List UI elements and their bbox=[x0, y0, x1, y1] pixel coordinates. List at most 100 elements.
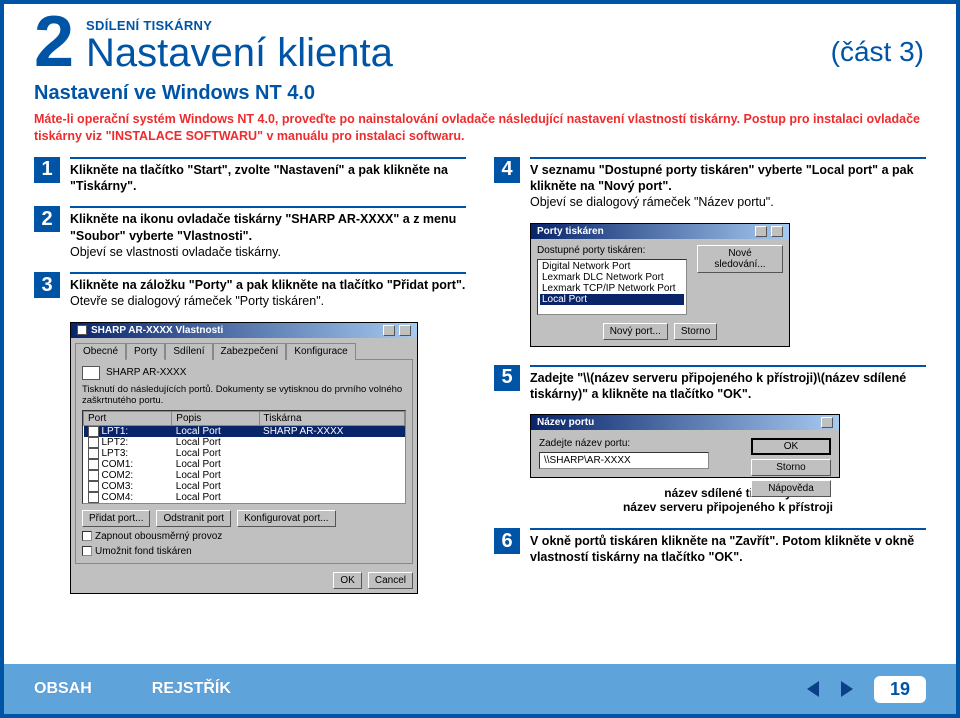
dialog-titlebar: Porty tiskáren bbox=[531, 224, 789, 239]
dialog-properties: SHARP AR-XXXX Vlastnosti Obecné Porty Sd… bbox=[70, 322, 418, 594]
subtitle: Nastavení ve Windows NT 4.0 bbox=[34, 82, 926, 105]
left-column: 1 Klikněte na tlačítko "Start", zvolte "… bbox=[34, 157, 466, 594]
header: 2 SDÍLENÍ TISKÁRNY Nastavení klienta (čá… bbox=[34, 18, 926, 76]
close-icon[interactable] bbox=[771, 226, 783, 237]
ok-button[interactable]: OK bbox=[333, 572, 361, 589]
step-subtext: Objeví se vlastnosti ovladače tiskárny. bbox=[70, 244, 466, 260]
col-port: Port bbox=[84, 411, 172, 425]
step-text: Klikněte na ikonu ovladače tiskárny "SHA… bbox=[70, 211, 466, 244]
step-body: Zadejte "\\(název serveru připojeného k … bbox=[530, 365, 926, 403]
configure-port-button[interactable]: Konfigurovat port... bbox=[237, 510, 336, 527]
list-item[interactable]: Digital Network Port bbox=[540, 261, 684, 272]
step-4: 4 V seznamu "Dostupné porty tiskáren" vy… bbox=[494, 157, 926, 211]
port-name-captions: název sdílené tiskárny název serveru při… bbox=[530, 486, 926, 514]
footer-bar: OBSAH REJSTŘÍK 19 bbox=[4, 664, 956, 714]
step-6: 6 V okně portů tiskáren klikněte na "Zav… bbox=[494, 528, 926, 566]
new-port-button[interactable]: Nový port... bbox=[603, 323, 668, 340]
dialog-title: SHARP AR-XXXX Vlastnosti bbox=[91, 325, 223, 336]
dialog-pane: SHARP AR-XXXX Tisknutí do následujících … bbox=[75, 359, 413, 564]
tab-general[interactable]: Obecné bbox=[75, 343, 126, 360]
prev-page-button[interactable] bbox=[802, 677, 826, 701]
new-watch-button[interactable]: Nové sledování... bbox=[697, 245, 783, 273]
step-text: Klikněte na tlačítko "Start", zvolte "Na… bbox=[70, 162, 466, 195]
step-number: 1 bbox=[34, 157, 60, 183]
step-text: Klikněte na záložku "Porty" a pak klikně… bbox=[70, 277, 466, 293]
right-column: 4 V seznamu "Dostupné porty tiskáren" vy… bbox=[494, 157, 926, 594]
list-item[interactable]: Lexmark TCP/IP Network Port bbox=[540, 283, 684, 294]
port-row[interactable]: COM1:Local Port bbox=[84, 459, 405, 470]
available-ports-list[interactable]: Digital Network Port Lexmark DLC Network… bbox=[537, 259, 687, 315]
list-item[interactable]: Local Port bbox=[540, 294, 684, 305]
window-icon bbox=[77, 325, 87, 335]
dialog-printer-ports: Porty tiskáren Dostupné porty tiskáren: … bbox=[530, 223, 790, 347]
step-number: 4 bbox=[494, 157, 520, 183]
port-row[interactable]: COM2:Local Port bbox=[84, 470, 405, 481]
bidi-checkbox[interactable]: Zapnout obousměrný provoz bbox=[82, 531, 406, 542]
printer-name: SHARP AR-XXXX bbox=[106, 367, 186, 378]
ports-desc: Tisknutí do následujících portů. Dokumen… bbox=[82, 384, 406, 406]
step-subtext: Objeví se dialogový rámeček "Název portu… bbox=[530, 194, 926, 210]
page: 2 SDÍLENÍ TISKÁRNY Nastavení klienta (čá… bbox=[0, 0, 960, 718]
step-1: 1 Klikněte na tlačítko "Start", zvolte "… bbox=[34, 157, 466, 195]
step-number: 5 bbox=[494, 365, 520, 391]
chapter-number: 2 bbox=[34, 14, 74, 72]
dialog-titlebar: SHARP AR-XXXX Vlastnosti bbox=[71, 323, 417, 338]
tab-config[interactable]: Konfigurace bbox=[286, 343, 355, 360]
pool-checkbox[interactable]: Umožnit fond tiskáren bbox=[82, 546, 406, 557]
tab-security[interactable]: Zabezpečení bbox=[213, 343, 287, 360]
step-text: Zadejte "\\(název serveru připojeného k … bbox=[530, 370, 926, 403]
step-body: Klikněte na záložku "Porty" a pak klikně… bbox=[70, 272, 466, 310]
close-icon[interactable] bbox=[399, 325, 411, 336]
close-icon[interactable] bbox=[821, 417, 833, 428]
col-desc: Popis bbox=[172, 411, 259, 425]
tab-sharing[interactable]: Sdílení bbox=[165, 343, 212, 360]
intro-text: Máte-li operační systém Windows NT 4.0, … bbox=[34, 111, 926, 145]
dialog-title: Porty tiskáren bbox=[537, 226, 604, 237]
contents-button[interactable]: OBSAH bbox=[34, 680, 92, 698]
help-icon[interactable] bbox=[755, 226, 767, 237]
columns: 1 Klikněte na tlačítko "Start", zvolte "… bbox=[34, 157, 926, 594]
dialog-port-name: Název portu Zadejte název portu: \\SHARP… bbox=[530, 414, 840, 478]
step-text: V seznamu "Dostupné porty tiskáren" vybe… bbox=[530, 162, 926, 195]
step-subtext: Otevře se dialogový rámeček "Porty tiská… bbox=[70, 293, 466, 309]
caption-server-name: název serveru připojeného k přístroji bbox=[530, 500, 926, 514]
step-text: V okně portů tiskáren klikněte na "Zavří… bbox=[530, 533, 926, 566]
list-item[interactable]: Lexmark DLC Network Port bbox=[540, 272, 684, 283]
step-5: 5 Zadejte "\\(název serveru připojeného … bbox=[494, 365, 926, 403]
step-2: 2 Klikněte na ikonu ovladače tiskárny "S… bbox=[34, 206, 466, 260]
dialog-tabs: Obecné Porty Sdílení Zabezpečení Konfigu… bbox=[71, 338, 417, 359]
port-row[interactable]: LPT1:Local PortSHARP AR-XXXX bbox=[84, 425, 405, 437]
port-row[interactable]: LPT3:Local Port bbox=[84, 448, 405, 459]
port-row[interactable]: LPT2:Local Port bbox=[84, 437, 405, 448]
cancel-button[interactable]: Storno bbox=[751, 459, 831, 476]
ports-list[interactable]: Port Popis Tiskárna LPT1:Local PortSHARP… bbox=[82, 410, 406, 504]
col-printer: Tiskárna bbox=[259, 411, 404, 425]
printer-icon bbox=[82, 366, 100, 380]
step-number: 3 bbox=[34, 272, 60, 298]
tab-ports[interactable]: Porty bbox=[126, 343, 165, 360]
header-text: SDÍLENÍ TISKÁRNY Nastavení klienta bbox=[86, 18, 926, 76]
page-title: Nastavení klienta bbox=[86, 31, 926, 76]
delete-port-button[interactable]: Odstranit port bbox=[156, 510, 231, 527]
close-button[interactable]: Storno bbox=[674, 323, 717, 340]
step-body: V seznamu "Dostupné porty tiskáren" vybe… bbox=[530, 157, 926, 211]
step-body: V okně portů tiskáren klikněte na "Zavří… bbox=[530, 528, 926, 566]
step-3: 3 Klikněte na záložku "Porty" a pak klik… bbox=[34, 272, 466, 310]
part-label: (část 3) bbox=[831, 36, 924, 68]
step-body: Klikněte na tlačítko "Start", zvolte "Na… bbox=[70, 157, 466, 195]
index-button[interactable]: REJSTŘÍK bbox=[152, 680, 231, 698]
help-icon[interactable] bbox=[383, 325, 395, 336]
next-page-button[interactable] bbox=[834, 677, 858, 701]
page-number: 19 bbox=[874, 676, 926, 703]
dialog-titlebar: Název portu bbox=[531, 415, 839, 430]
help-button[interactable]: Nápověda bbox=[751, 480, 831, 497]
printer-name-row: SHARP AR-XXXX bbox=[82, 366, 406, 380]
caption-shared-name: název sdílené tiskárny bbox=[530, 486, 926, 500]
port-name-field[interactable]: \\SHARP\AR-XXXX bbox=[539, 452, 709, 469]
port-row[interactable]: COM4:Local Port bbox=[84, 492, 405, 503]
ok-button[interactable]: OK bbox=[751, 438, 831, 455]
port-row[interactable]: COM3:Local Port bbox=[84, 481, 405, 492]
cancel-button[interactable]: Cancel bbox=[368, 572, 413, 589]
step-number: 2 bbox=[34, 206, 60, 232]
add-port-button[interactable]: Přidat port... bbox=[82, 510, 150, 527]
